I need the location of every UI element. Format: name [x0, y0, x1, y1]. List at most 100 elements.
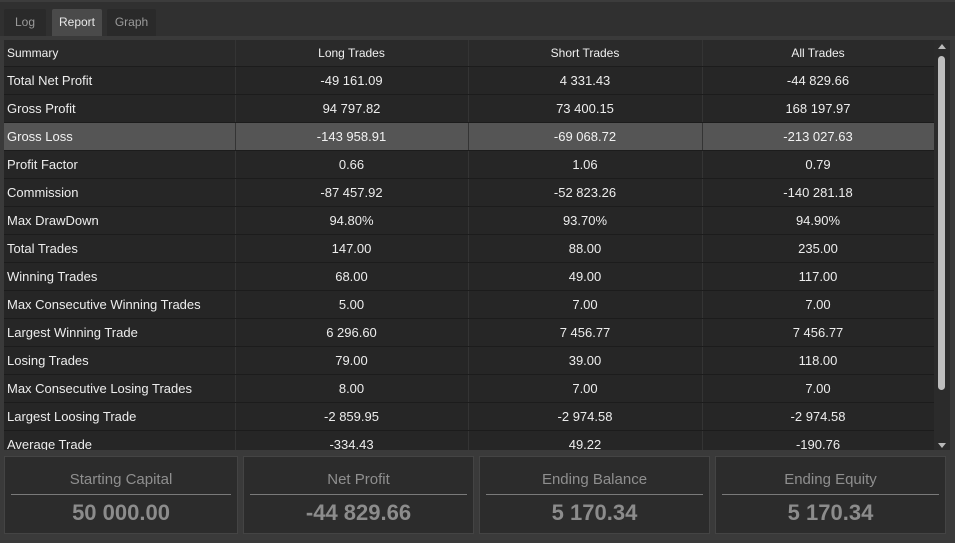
short-trades-cell: 7.00 — [468, 374, 703, 403]
ending-balance-value: 5 170.34 — [551, 500, 638, 525]
long-trades-cell: -334.43 — [235, 430, 469, 450]
long-trades-cell: 147.00 — [235, 234, 469, 263]
row-label: Profit Factor — [4, 150, 236, 179]
long-trades-cell: -2 859.95 — [235, 402, 469, 431]
short-trades-cell: 49.22 — [468, 430, 703, 450]
all-trades-cell: 7.00 — [702, 290, 934, 319]
tab-log[interactable]: Log — [4, 9, 46, 36]
long-trades-cell: 68.00 — [235, 262, 469, 291]
row-label: Gross Loss — [4, 122, 236, 151]
row-label: Losing Trades — [4, 346, 236, 375]
summary-cards: Starting Capital 50 000.00 Net Profit -4… — [0, 452, 955, 543]
scroll-down-icon[interactable] — [938, 443, 946, 448]
row-label: Max Consecutive Winning Trades — [4, 290, 236, 319]
ending-balance-label: Ending Balance — [541, 471, 648, 488]
table-row[interactable]: Losing Trades 79.00 39.00 118.00 — [4, 346, 934, 375]
scroll-up-icon[interactable] — [938, 44, 946, 49]
tab-bar: Log Report Graph — [0, 0, 955, 36]
divider — [722, 494, 939, 495]
report-panel: Summary Long Trades Short Trades All Tra… — [0, 36, 955, 452]
table-row[interactable]: Total Net Profit -49 161.09 4 331.43 -44 82… — [4, 66, 934, 95]
ending-balance-card: Ending Balance 5 170.34 — [479, 456, 710, 534]
table-row[interactable]: Gross Loss -143 958.91 -69 068.72 -213 027.… — [4, 122, 934, 151]
all-trades-cell: -2 974.58 — [702, 402, 934, 431]
short-trades-cell: 73 400.15 — [468, 94, 703, 123]
long-trades-cell: 0.66 — [235, 150, 469, 179]
vertical-scrollbar[interactable] — [934, 40, 950, 450]
starting-capital-value: 50 000.00 — [72, 500, 170, 525]
table-row[interactable]: Largest Winning Trade 6 296.60 7 456.77 7 4… — [4, 318, 934, 347]
starting-capital-label: Starting Capital — [69, 471, 173, 488]
table-body: Total Net Profit -49 161.09 4 331.43 -44 82… — [4, 66, 934, 450]
short-trades-cell: 7 456.77 — [468, 318, 703, 347]
long-trades-cell: -143 958.91 — [235, 122, 469, 151]
table-row[interactable]: Profit Factor 0.66 1.06 0.79 — [4, 150, 934, 179]
column-header-long-trades[interactable]: Long Trades — [235, 40, 469, 67]
all-trades-cell: 94.90% — [702, 206, 934, 235]
row-label: Largest Loosing Trade — [4, 402, 236, 431]
row-label: Max DrawDown — [4, 206, 236, 235]
all-trades-cell: -44 829.66 — [702, 66, 934, 95]
row-label: Total Trades — [4, 234, 236, 263]
table-row[interactable]: Winning Trades 68.00 49.00 117.00 — [4, 262, 934, 291]
long-trades-cell: 94.80% — [235, 206, 469, 235]
all-trades-cell: 7.00 — [702, 374, 934, 403]
row-label: Average Trade — [4, 430, 236, 450]
table-row[interactable]: Largest Loosing Trade -2 859.95 -2 974.58-… — [4, 402, 934, 431]
row-label: Winning Trades — [4, 262, 236, 291]
row-label: Gross Profit — [4, 94, 236, 123]
short-trades-cell: 49.00 — [468, 262, 703, 291]
all-trades-cell: 117.00 — [702, 262, 934, 291]
net-profit-value: -44 829.66 — [305, 500, 412, 525]
table-row[interactable]: Gross Profit 94 797.82 73 400.15 168 197.97 — [4, 94, 934, 123]
row-label: Total Net Profit — [4, 66, 236, 95]
short-trades-cell: 1.06 — [468, 150, 703, 179]
row-label: Commission — [4, 178, 236, 207]
divider — [250, 494, 467, 495]
column-header-all-trades[interactable]: All Trades — [702, 40, 934, 67]
ending-equity-value: 5 170.34 — [787, 500, 874, 525]
report-table: Summary Long Trades Short Trades All Tra… — [4, 40, 934, 450]
short-trades-cell: 4 331.43 — [468, 66, 703, 95]
table-row[interactable]: Commission -87 457.92 -52 823.26 -140 281.1… — [4, 178, 934, 207]
all-trades-cell: 118.00 — [702, 346, 934, 375]
short-trades-cell: 93.70% — [468, 206, 703, 235]
all-trades-cell: 0.79 — [702, 150, 934, 179]
tab-graph[interactable]: Graph — [107, 9, 156, 36]
table-row[interactable]: Total Trades 147.00 88.00 235.00 — [4, 234, 934, 263]
all-trades-cell: 168 197.97 — [702, 94, 934, 123]
tab-report[interactable]: Report — [52, 9, 102, 36]
short-trades-cell: -52 823.26 — [468, 178, 703, 207]
long-trades-cell: -49 161.09 — [235, 66, 469, 95]
ending-equity-card: Ending Equity 5 170.34 — [715, 456, 946, 534]
table-row[interactable]: Max Consecutive Losing Trades 8.00 7.00 7.0… — [4, 374, 934, 403]
long-trades-cell: 8.00 — [235, 374, 469, 403]
short-trades-cell: 7.00 — [468, 290, 703, 319]
all-trades-cell: -190.76 — [702, 430, 934, 450]
all-trades-cell: -140 281.18 — [702, 178, 934, 207]
short-trades-cell: -69 068.72 — [468, 122, 703, 151]
table-header-row: Summary Long Trades Short Trades All Tra… — [4, 40, 934, 67]
column-header-short-trades[interactable]: Short Trades — [468, 40, 703, 67]
row-label: Largest Winning Trade — [4, 318, 236, 347]
all-trades-cell: -213 027.63 — [702, 122, 934, 151]
long-trades-cell: 94 797.82 — [235, 94, 469, 123]
table-row[interactable]: Max DrawDown 94.80% 93.70% 94.90% — [4, 206, 934, 235]
long-trades-cell: -87 457.92 — [235, 178, 469, 207]
long-trades-cell: 5.00 — [235, 290, 469, 319]
short-trades-cell: 88.00 — [468, 234, 703, 263]
starting-capital-card: Starting Capital 50 000.00 — [4, 456, 238, 534]
divider — [486, 494, 703, 495]
scroll-thumb[interactable] — [938, 56, 945, 390]
divider — [11, 494, 231, 495]
short-trades-cell: 39.00 — [468, 346, 703, 375]
long-trades-cell: 6 296.60 — [235, 318, 469, 347]
table-row[interactable]: Average Trade -334.43 49.22 -190.76 — [4, 430, 934, 450]
long-trades-cell: 79.00 — [235, 346, 469, 375]
column-header-summary[interactable]: Summary — [4, 40, 236, 67]
net-profit-card: Net Profit -44 829.66 — [243, 456, 474, 534]
row-label: Max Consecutive Losing Trades — [4, 374, 236, 403]
table-row[interactable]: Max Consecutive Winning Trades 5.00 7.00 7.… — [4, 290, 934, 319]
net-profit-label: Net Profit — [327, 471, 390, 488]
all-trades-cell: 7 456.77 — [702, 318, 934, 347]
